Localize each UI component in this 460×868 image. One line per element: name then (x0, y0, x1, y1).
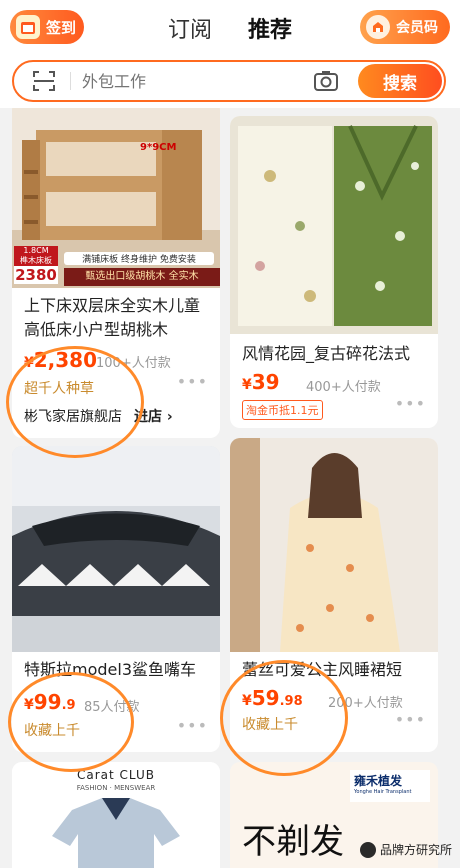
shirt-brand: Carat CLUB (76, 768, 156, 782)
hair-headline: 不剃发 (242, 822, 344, 862)
product-title: 风情花园_复古碎花法式 (242, 344, 411, 363)
more-options-icon[interactable]: ••• (395, 710, 426, 729)
product-image-bed: 9*9CM 1.8CM 榫木床板 2380 满铺床板 终身维护 免费安装 甄选出… (12, 100, 220, 288)
price-value: 39 (251, 370, 280, 394)
search-button[interactable]: 搜索 (358, 64, 442, 98)
scan-icon[interactable] (32, 70, 56, 92)
tab-recommend[interactable]: 推荐 (248, 12, 292, 44)
overlay-features: 满铺床板 终身维护 免费安装 (64, 252, 214, 265)
sold-count: 400+人付款 (306, 380, 381, 395)
dimension-label: 9*9CM (140, 142, 177, 153)
product-card-shirt[interactable]: Carat CLUB FASHION · MENSWEAR (12, 762, 220, 868)
coin-badge: 淘金币抵1.1元 (242, 400, 323, 420)
product-card-blouse[interactable]: 风情花园_复古碎花法式 ¥39 400+人付款 淘金币抵1.1元 ••• (230, 116, 438, 428)
search-input[interactable] (82, 68, 302, 94)
member-code-button[interactable]: 会员码 (360, 10, 450, 44)
tab-subscribe[interactable]: 订阅 (168, 12, 212, 44)
product-image-blouse (230, 116, 438, 334)
product-image-dress (230, 438, 438, 652)
page: 签到 订阅 推荐 会员码 搜索 (0, 0, 460, 868)
search-divider (70, 72, 71, 90)
overlay-price: 2380 (14, 266, 58, 284)
more-options-icon[interactable]: ••• (177, 372, 208, 391)
member-icon (366, 15, 390, 39)
hair-brand-sub: Yonghe Hair Transplant (354, 789, 412, 795)
member-code-label: 会员码 (396, 20, 438, 36)
hair-brand-name: 雍禾植发 (354, 774, 403, 788)
watermark-text: 品牌方研究所 (379, 843, 452, 857)
annotation-circle-dress-price (220, 660, 348, 776)
annotation-circle-bed-price (6, 346, 144, 458)
top-bar: 签到 订阅 推荐 会员码 搜索 (0, 0, 460, 108)
watermark: 品牌方研究所 (359, 841, 452, 858)
product-price: ¥39 (242, 370, 280, 394)
product-title: 上下床双层床全实木儿童高低床小户型胡桃木 (24, 296, 201, 339)
overlay-tag: 1.8CM 榫木床板 (14, 246, 58, 266)
annotation-circle-car-price (8, 672, 134, 772)
price-currency: ¥ (242, 377, 252, 393)
search-bar: 搜索 (12, 60, 446, 102)
wechat-icon (359, 841, 376, 858)
camera-icon[interactable] (314, 70, 338, 92)
overlay-line: 甄选出口级胡桃木 全实木 (64, 268, 220, 286)
more-options-icon[interactable]: ••• (395, 394, 426, 413)
hair-brand: 雍禾植发 Yonghe Hair Transplant (350, 770, 430, 802)
shirt-brand-sub: FASHION · MENSWEAR (76, 784, 156, 792)
more-options-icon[interactable]: ••• (177, 716, 208, 735)
product-image-car (12, 446, 220, 652)
